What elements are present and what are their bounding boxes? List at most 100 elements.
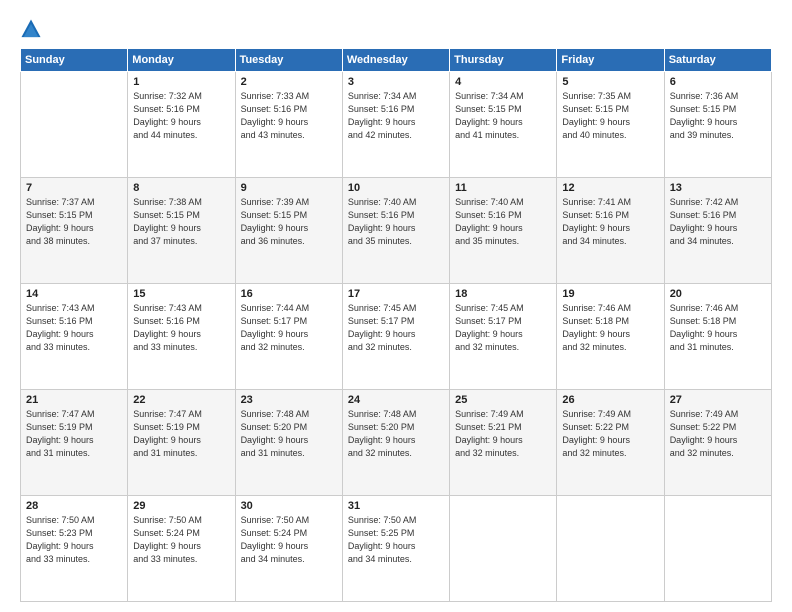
day-info: Sunrise: 7:36 AM Sunset: 5:15 PM Dayligh… (670, 90, 766, 142)
day-info: Sunrise: 7:41 AM Sunset: 5:16 PM Dayligh… (562, 196, 658, 248)
day-info: Sunrise: 7:47 AM Sunset: 5:19 PM Dayligh… (133, 408, 229, 460)
page: SundayMondayTuesdayWednesdayThursdayFrid… (0, 0, 792, 612)
day-info: Sunrise: 7:43 AM Sunset: 5:16 PM Dayligh… (26, 302, 122, 354)
day-of-week-header: Saturday (664, 49, 771, 72)
calendar-cell: 29 Sunrise: 7:50 AM Sunset: 5:24 PM Dayli… (128, 496, 235, 602)
calendar-cell: 31 Sunrise: 7:50 AM Sunset: 5:25 PM Dayli… (342, 496, 449, 602)
day-info: Sunrise: 7:50 AM Sunset: 5:23 PM Dayligh… (26, 514, 122, 566)
day-of-week-header: Monday (128, 49, 235, 72)
calendar-week-row: 21 Sunrise: 7:47 AM Sunset: 5:19 PM Dayli… (21, 390, 772, 496)
logo-icon (20, 18, 42, 40)
day-number: 20 (670, 288, 766, 300)
calendar-cell: 20 Sunrise: 7:46 AM Sunset: 5:18 PM Dayli… (664, 284, 771, 390)
calendar-cell: 6 Sunrise: 7:36 AM Sunset: 5:15 PM Daylig… (664, 72, 771, 178)
day-number: 23 (241, 394, 337, 406)
day-info: Sunrise: 7:40 AM Sunset: 5:16 PM Dayligh… (348, 196, 444, 248)
day-number: 12 (562, 182, 658, 194)
day-info: Sunrise: 7:47 AM Sunset: 5:19 PM Dayligh… (26, 408, 122, 460)
calendar-cell (557, 496, 664, 602)
day-number: 2 (241, 76, 337, 88)
day-info: Sunrise: 7:37 AM Sunset: 5:15 PM Dayligh… (26, 196, 122, 248)
calendar-cell: 21 Sunrise: 7:47 AM Sunset: 5:19 PM Dayli… (21, 390, 128, 496)
day-number: 10 (348, 182, 444, 194)
day-info: Sunrise: 7:49 AM Sunset: 5:21 PM Dayligh… (455, 408, 551, 460)
day-info: Sunrise: 7:50 AM Sunset: 5:25 PM Dayligh… (348, 514, 444, 566)
day-info: Sunrise: 7:38 AM Sunset: 5:15 PM Dayligh… (133, 196, 229, 248)
day-number: 27 (670, 394, 766, 406)
day-number: 1 (133, 76, 229, 88)
day-number: 11 (455, 182, 551, 194)
calendar-cell: 30Sunrise: 7:50 AM Sunset: 5:24 PM Dayli… (235, 496, 342, 602)
day-number: 25 (455, 394, 551, 406)
day-number: 4 (455, 76, 551, 88)
calendar-cell: 3Sunrise: 7:34 AM Sunset: 5:16 PM Daylig… (342, 72, 449, 178)
day-number: 22 (133, 394, 229, 406)
calendar-cell: 16Sunrise: 7:44 AM Sunset: 5:17 PM Dayli… (235, 284, 342, 390)
day-of-week-header: Tuesday (235, 49, 342, 72)
day-info: Sunrise: 7:45 AM Sunset: 5:17 PM Dayligh… (455, 302, 551, 354)
day-info: Sunrise: 7:50 AM Sunset: 5:24 PM Dayligh… (133, 514, 229, 566)
calendar-week-row: 28Sunrise: 7:50 AM Sunset: 5:23 PM Dayli… (21, 496, 772, 602)
calendar-cell: 10 Sunrise: 7:40 AM Sunset: 5:16 PM Dayli… (342, 178, 449, 284)
calendar-cell: 14 Sunrise: 7:43 AM Sunset: 5:16 PM Dayli… (21, 284, 128, 390)
day-number: 8 (133, 182, 229, 194)
calendar-cell (450, 496, 557, 602)
day-number: 14 (26, 288, 122, 300)
header (20, 18, 772, 40)
calendar-cell: 8 Sunrise: 7:38 AM Sunset: 5:15 PM Daylig… (128, 178, 235, 284)
calendar-cell: 15 Sunrise: 7:43 AM Sunset: 5:16 PM Dayli… (128, 284, 235, 390)
calendar-cell: 23 Sunrise: 7:48 AM Sunset: 5:20 PM Dayli… (235, 390, 342, 496)
day-number: 18 (455, 288, 551, 300)
day-info: Sunrise: 7:40 AM Sunset: 5:16 PM Dayligh… (455, 196, 551, 248)
calendar-cell: 24 Sunrise: 7:48 AM Sunset: 5:20 PM Dayli… (342, 390, 449, 496)
calendar-cell: 27Sunrise: 7:49 AM Sunset: 5:22 PM Dayli… (664, 390, 771, 496)
day-info: Sunrise: 7:49 AM Sunset: 5:22 PM Dayligh… (562, 408, 658, 460)
calendar-cell: 22 Sunrise: 7:47 AM Sunset: 5:19 PM Dayli… (128, 390, 235, 496)
calendar-cell: 19 Sunrise: 7:46 AM Sunset: 5:18 PM Dayli… (557, 284, 664, 390)
day-of-week-header: Wednesday (342, 49, 449, 72)
calendar-header-row: SundayMondayTuesdayWednesdayThursdayFrid… (21, 49, 772, 72)
calendar-week-row: 1 Sunrise: 7:32 AM Sunset: 5:16 PM Daylig… (21, 72, 772, 178)
day-number: 24 (348, 394, 444, 406)
day-info: Sunrise: 7:50 AM Sunset: 5:24 PM Dayligh… (241, 514, 337, 566)
day-number: 17 (348, 288, 444, 300)
calendar-cell: 25 Sunrise: 7:49 AM Sunset: 5:21 PM Dayli… (450, 390, 557, 496)
day-of-week-header: Thursday (450, 49, 557, 72)
day-info: Sunrise: 7:48 AM Sunset: 5:20 PM Dayligh… (241, 408, 337, 460)
day-info: Sunrise: 7:34 AM Sunset: 5:15 PM Dayligh… (455, 90, 551, 142)
day-number: 9 (241, 182, 337, 194)
calendar-cell: 4 Sunrise: 7:34 AM Sunset: 5:15 PM Daylig… (450, 72, 557, 178)
calendar-cell: 13Sunrise: 7:42 AM Sunset: 5:16 PM Dayli… (664, 178, 771, 284)
day-number: 6 (670, 76, 766, 88)
day-info: Sunrise: 7:32 AM Sunset: 5:16 PM Dayligh… (133, 90, 229, 142)
calendar-cell: 11 Sunrise: 7:40 AM Sunset: 5:16 PM Dayli… (450, 178, 557, 284)
calendar-cell: 1 Sunrise: 7:32 AM Sunset: 5:16 PM Daylig… (128, 72, 235, 178)
calendar-cell: 2Sunrise: 7:33 AM Sunset: 5:16 PM Daylig… (235, 72, 342, 178)
day-of-week-header: Friday (557, 49, 664, 72)
day-number: 26 (562, 394, 658, 406)
logo (20, 18, 46, 40)
day-info: Sunrise: 7:48 AM Sunset: 5:20 PM Dayligh… (348, 408, 444, 460)
calendar-cell (664, 496, 771, 602)
day-number: 21 (26, 394, 122, 406)
day-number: 16 (241, 288, 337, 300)
day-info: Sunrise: 7:34 AM Sunset: 5:16 PM Dayligh… (348, 90, 444, 142)
day-number: 15 (133, 288, 229, 300)
calendar-cell: 26 Sunrise: 7:49 AM Sunset: 5:22 PM Dayli… (557, 390, 664, 496)
day-number: 13 (670, 182, 766, 194)
day-number: 5 (562, 76, 658, 88)
day-info: Sunrise: 7:46 AM Sunset: 5:18 PM Dayligh… (670, 302, 766, 354)
calendar-cell: 17 Sunrise: 7:45 AM Sunset: 5:17 PM Dayli… (342, 284, 449, 390)
day-info: Sunrise: 7:45 AM Sunset: 5:17 PM Dayligh… (348, 302, 444, 354)
day-info: Sunrise: 7:43 AM Sunset: 5:16 PM Dayligh… (133, 302, 229, 354)
calendar-cell: 18 Sunrise: 7:45 AM Sunset: 5:17 PM Dayli… (450, 284, 557, 390)
day-number: 29 (133, 500, 229, 512)
day-number: 7 (26, 182, 122, 194)
calendar-cell (21, 72, 128, 178)
day-number: 19 (562, 288, 658, 300)
day-info: Sunrise: 7:46 AM Sunset: 5:18 PM Dayligh… (562, 302, 658, 354)
day-number: 31 (348, 500, 444, 512)
calendar-cell: 28Sunrise: 7:50 AM Sunset: 5:23 PM Dayli… (21, 496, 128, 602)
calendar-cell: 5Sunrise: 7:35 AM Sunset: 5:15 PM Daylig… (557, 72, 664, 178)
day-of-week-header: Sunday (21, 49, 128, 72)
